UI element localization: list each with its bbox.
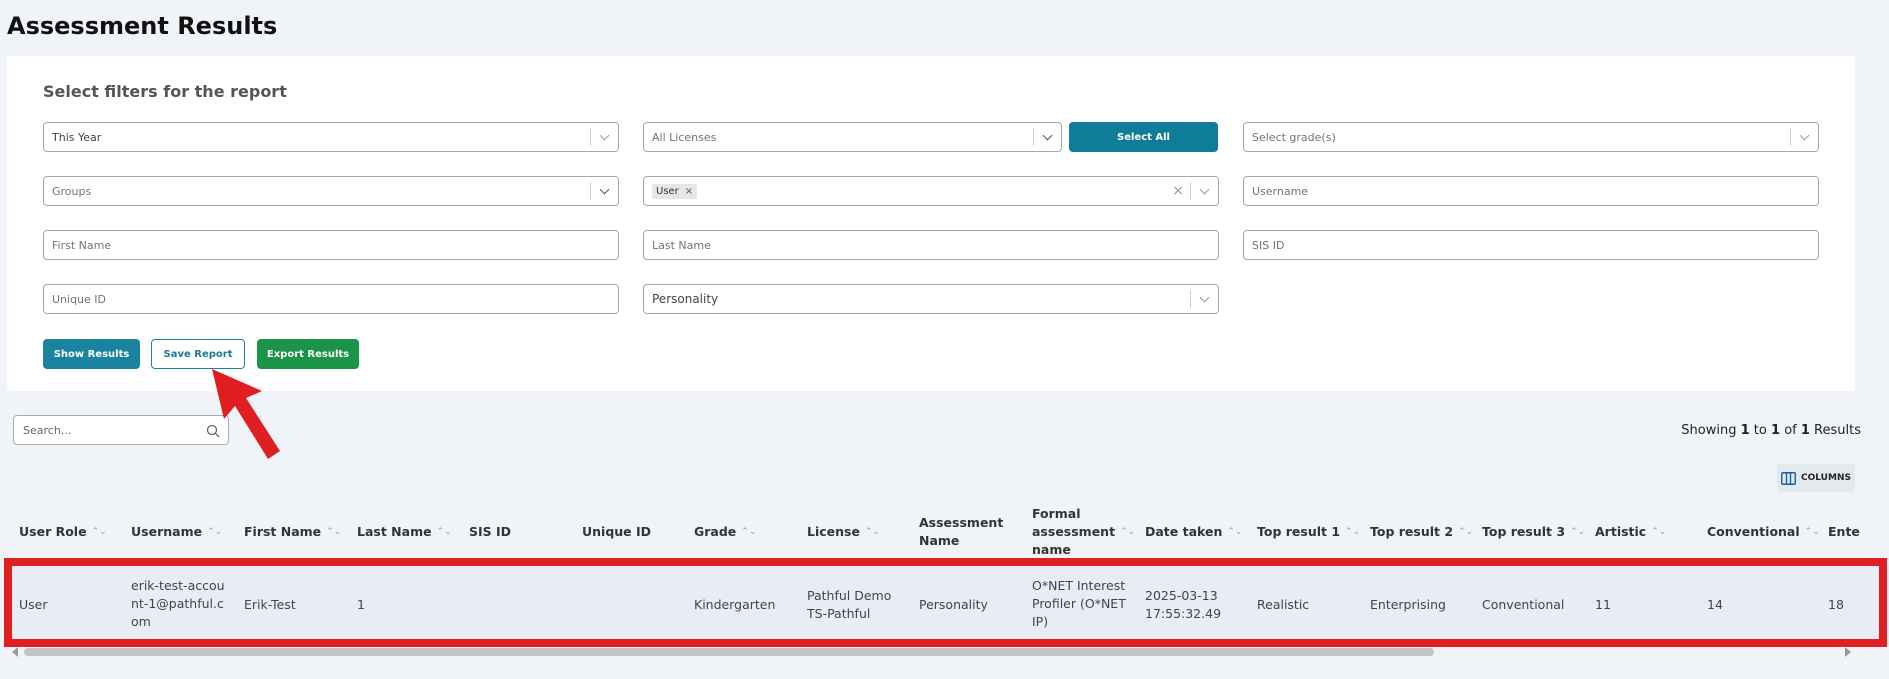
grade-placeholder: Select grade(s) bbox=[1252, 130, 1336, 144]
export-results-button[interactable]: Export Results bbox=[257, 339, 359, 369]
sort-icon: ⌃⌄ bbox=[1458, 527, 1474, 537]
cell-formal-assessment-name: O*NET Interest Profiler (O*NET IP) bbox=[1032, 578, 1126, 629]
sis-id-field[interactable]: SIS ID bbox=[1243, 230, 1819, 260]
role-tag-label: User bbox=[656, 185, 679, 197]
sort-icon: ⌃⌄ bbox=[1345, 527, 1361, 537]
columns-icon bbox=[1781, 471, 1796, 485]
header-last-name[interactable]: Last Name ⌃⌄ bbox=[357, 523, 452, 541]
header-assessment-name: Assessment Name bbox=[919, 515, 1004, 548]
results-count: Showing 1 to 1 of 1 Results bbox=[1681, 423, 1861, 438]
clear-icon[interactable]: × bbox=[1172, 183, 1184, 199]
cell-user-role: User bbox=[19, 597, 48, 612]
header-license[interactable]: License ⌃⌄ bbox=[807, 523, 880, 541]
role-tag: User × bbox=[652, 183, 698, 199]
sort-icon: ⌃⌄ bbox=[1120, 527, 1136, 537]
license-select[interactable]: All Licenses bbox=[643, 122, 1062, 152]
last-name-field[interactable]: Last Name bbox=[643, 230, 1219, 260]
chevron-down-icon bbox=[1199, 292, 1210, 302]
scroll-right-arrow[interactable] bbox=[1845, 647, 1851, 657]
sort-icon: ⌃⌄ bbox=[1651, 527, 1667, 537]
header-enterprising[interactable]: Ente bbox=[1828, 523, 1884, 541]
header-sis-id: SIS ID bbox=[469, 524, 512, 539]
unique-id-placeholder: Unique ID bbox=[52, 292, 107, 306]
cell-artistic: 11 bbox=[1595, 597, 1611, 612]
header-grade[interactable]: Grade ⌃⌄ bbox=[694, 523, 756, 541]
sort-icon: ⌃⌄ bbox=[1804, 527, 1820, 537]
cell-conventional: 14 bbox=[1707, 597, 1723, 612]
groups-value: Groups bbox=[52, 184, 92, 198]
sort-icon: ⌃⌄ bbox=[1570, 527, 1586, 537]
header-first-name[interactable]: First Name ⌃⌄ bbox=[244, 523, 341, 541]
unique-id-field[interactable]: Unique ID bbox=[43, 284, 619, 314]
horizontal-scrollbar[interactable] bbox=[24, 648, 1434, 656]
header-user-role[interactable]: User Role ⌃⌄ bbox=[19, 523, 107, 541]
sort-icon: ⌃⌄ bbox=[864, 527, 881, 537]
chevron-down-icon bbox=[1199, 184, 1210, 194]
columns-label: COLUMNS bbox=[1801, 473, 1851, 483]
username-placeholder: Username bbox=[1252, 184, 1309, 198]
cell-enterprising: 18 bbox=[1828, 597, 1844, 612]
cell-license: Pathful Demo TS-Pathful bbox=[807, 588, 892, 621]
cell-grade: Kindergarten bbox=[694, 597, 776, 612]
page-title: Assessment Results bbox=[7, 12, 278, 40]
assessment-type-select[interactable]: Personality bbox=[643, 284, 1219, 314]
first-name-field[interactable]: First Name bbox=[43, 230, 619, 260]
sort-icon: ⌃⌄ bbox=[207, 527, 223, 537]
show-results-button[interactable]: Show Results bbox=[43, 339, 140, 369]
sis-id-placeholder: SIS ID bbox=[1252, 238, 1285, 252]
header-date-taken[interactable]: Date taken ⌃⌄ bbox=[1145, 523, 1242, 541]
search-input[interactable]: Search... bbox=[13, 415, 229, 445]
filter-heading: Select filters for the report bbox=[43, 82, 287, 101]
search-placeholder: Search... bbox=[23, 423, 72, 437]
chevron-down-icon bbox=[1042, 130, 1053, 140]
header-artistic[interactable]: Artistic ⌃⌄ bbox=[1595, 523, 1666, 541]
date-range-value: This Year bbox=[52, 130, 102, 144]
chevron-down-icon bbox=[599, 130, 610, 140]
date-range-select[interactable]: This Year bbox=[43, 122, 619, 152]
header-top-result-1[interactable]: Top result 1 ⌃⌄ bbox=[1257, 523, 1360, 541]
cell-top-result-3: Conventional bbox=[1482, 597, 1565, 612]
header-conventional[interactable]: Conventional ⌃⌄ bbox=[1707, 523, 1820, 541]
assessment-type-value: Personality bbox=[652, 292, 719, 306]
license-value: All Licenses bbox=[652, 130, 717, 144]
sort-icon: ⌃⌄ bbox=[1227, 527, 1243, 537]
sort-icon: ⌃⌄ bbox=[436, 527, 452, 537]
cell-date-taken: 2025-03-13 17:55:32.49 bbox=[1145, 588, 1222, 621]
header-username[interactable]: Username ⌃⌄ bbox=[131, 523, 222, 541]
cell-top-result-1: Realistic bbox=[1257, 597, 1310, 612]
sort-icon: ⌃⌄ bbox=[91, 527, 107, 537]
tag-remove-icon[interactable]: × bbox=[685, 186, 693, 197]
save-report-button[interactable]: Save Report bbox=[151, 339, 245, 369]
cell-assessment-name: Personality bbox=[919, 597, 988, 612]
cell-top-result-2: Enterprising bbox=[1370, 597, 1446, 612]
columns-button[interactable]: COLUMNS bbox=[1777, 464, 1855, 492]
last-name-placeholder: Last Name bbox=[652, 238, 711, 252]
scroll-left-arrow[interactable] bbox=[12, 647, 18, 657]
header-unique-id: Unique ID bbox=[582, 524, 652, 539]
chevron-down-icon bbox=[599, 184, 610, 194]
header-top-result-2[interactable]: Top result 2 ⌃⌄ bbox=[1370, 523, 1473, 541]
cell-last-name: 1 bbox=[357, 597, 365, 612]
first-name-placeholder: First Name bbox=[52, 238, 112, 252]
select-all-button[interactable]: Select All bbox=[1069, 122, 1218, 152]
sort-icon: ⌃⌄ bbox=[326, 527, 342, 537]
grade-select[interactable]: Select grade(s) bbox=[1243, 122, 1819, 152]
cell-username: erik-test-account-1@pathful.com bbox=[131, 578, 225, 629]
search-icon bbox=[206, 424, 220, 438]
header-formal-assessment-name[interactable]: Formal assessment name ⌃⌄ bbox=[1032, 505, 1135, 559]
header-top-result-3[interactable]: Top result 3 ⌃⌄ bbox=[1482, 523, 1585, 541]
sort-icon: ⌃⌄ bbox=[741, 527, 757, 537]
chevron-down-icon bbox=[1799, 130, 1810, 140]
role-select[interactable]: User × × bbox=[643, 176, 1219, 206]
username-field[interactable]: Username bbox=[1243, 176, 1819, 206]
cell-first-name: Erik-Test bbox=[244, 597, 296, 612]
groups-select[interactable]: Groups bbox=[43, 176, 619, 206]
